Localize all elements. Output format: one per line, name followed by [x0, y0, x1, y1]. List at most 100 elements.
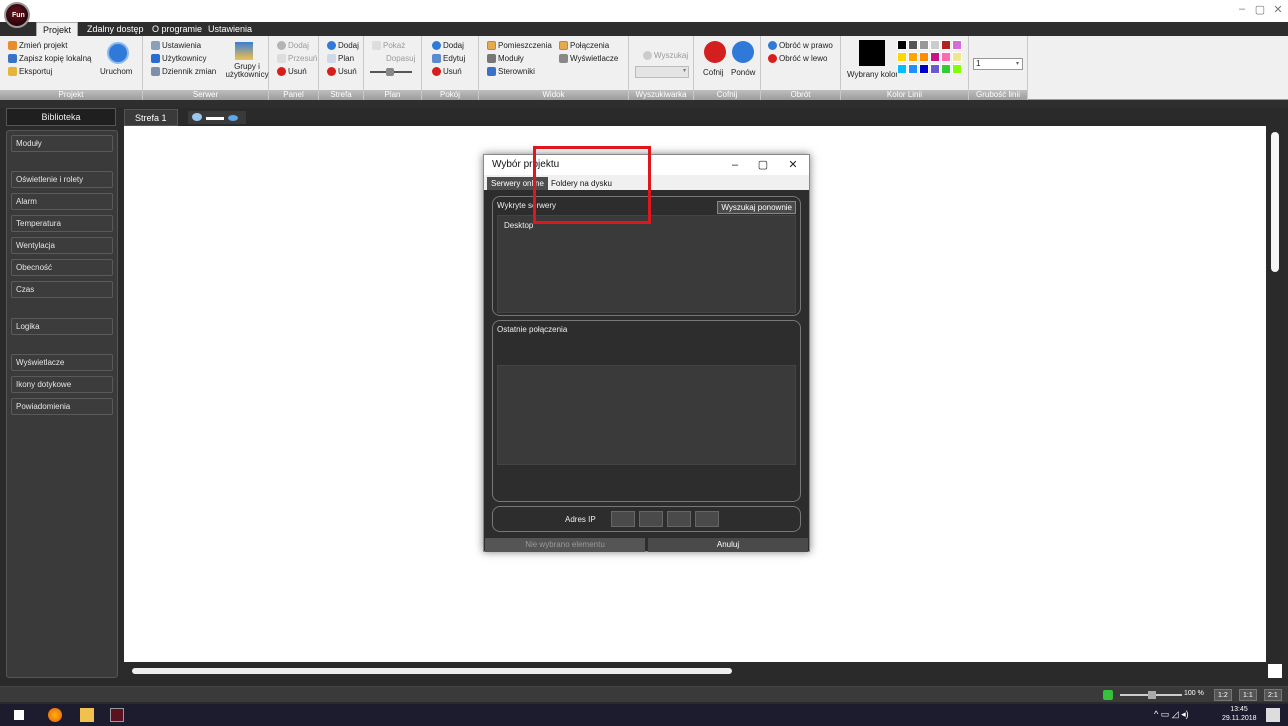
displays-toggle[interactable]: Wyświetlacze [559, 53, 618, 64]
rescan-button[interactable]: Wyszukaj ponownie [717, 201, 796, 214]
zone-plan-button[interactable]: Plan [327, 53, 354, 64]
panel-add-button[interactable]: Dodaj [277, 40, 309, 51]
search-button[interactable]: Wyszukaj [643, 50, 688, 61]
color-swatch[interactable] [897, 52, 907, 62]
scroll-thumb[interactable] [1271, 132, 1279, 272]
play-icon[interactable] [107, 42, 129, 64]
plan-fit-button[interactable]: Dopasuj [386, 53, 415, 64]
dialog-minimize-button[interactable]: – [724, 155, 746, 175]
server-settings-button[interactable]: Ustawienia [151, 40, 201, 51]
search-combo[interactable]: ▾ [635, 66, 689, 78]
save-copy-button[interactable]: Zapisz kopię lokalną [8, 53, 91, 64]
export-button[interactable]: Eksportuj [8, 66, 52, 77]
library-item-wentylacja[interactable]: Wentylacja [11, 237, 113, 254]
color-swatch[interactable] [908, 40, 918, 50]
zoom-2-1-button[interactable]: 2:1 [1264, 689, 1282, 701]
users-group-icon[interactable] [235, 42, 253, 60]
library-item-logika[interactable]: Logika [11, 318, 113, 335]
modules-toggle[interactable]: Moduły [487, 53, 524, 64]
app-taskbar-icon[interactable] [110, 708, 124, 722]
zoom-slider[interactable] [1120, 691, 1182, 699]
ip-octet-2-input[interactable] [639, 511, 663, 527]
controllers-toggle[interactable]: Sterowniki [487, 66, 535, 77]
change-project-button[interactable]: Zmień projekt [8, 40, 67, 51]
server-item[interactable]: Desktop [504, 221, 533, 230]
tab-o-programie[interactable]: O programie [146, 22, 208, 36]
redo-button[interactable]: Ponów [731, 67, 755, 78]
color-swatch[interactable] [897, 40, 907, 50]
rotate-left-button[interactable]: Obróć w lewo [768, 53, 827, 64]
dialog-maximize-button[interactable]: ▢ [752, 155, 774, 175]
minimize-button[interactable]: – [1234, 3, 1250, 17]
tab-ustawienia[interactable]: Ustawienia [202, 22, 258, 36]
library-item-alarm[interactable]: Alarm [11, 193, 113, 210]
panel-move-button[interactable]: Przesuń [277, 53, 317, 64]
library-item-powiadomienia[interactable]: Powiadomienia [11, 398, 113, 415]
slider-thumb[interactable] [386, 68, 394, 76]
panel-remove-button[interactable]: Usuń [277, 66, 307, 77]
selected-color-swatch[interactable] [859, 40, 885, 66]
library-item-czas[interactable]: Czas [11, 281, 113, 298]
room-add-button[interactable]: Dodaj [432, 40, 464, 51]
color-swatch[interactable] [930, 52, 940, 62]
library-item-moduly[interactable]: Moduły [11, 135, 113, 152]
color-swatch[interactable] [952, 52, 962, 62]
cancel-button[interactable]: Anuluj [648, 538, 808, 552]
room-remove-button[interactable]: Usuń [432, 66, 462, 77]
ip-octet-4-input[interactable] [695, 511, 719, 527]
library-item-obecnosc[interactable]: Obecność [11, 259, 113, 276]
users-button[interactable]: Użytkownicy [151, 53, 206, 64]
color-swatch[interactable] [952, 40, 962, 50]
tab-projekt[interactable]: Projekt [36, 22, 79, 36]
color-swatch[interactable] [952, 64, 962, 74]
firefox-icon[interactable] [48, 708, 62, 722]
color-swatch[interactable] [908, 52, 918, 62]
color-swatch[interactable] [941, 52, 951, 62]
servers-list[interactable]: Desktop [497, 215, 796, 313]
horizontal-scrollbar[interactable] [124, 664, 1268, 678]
vertical-scrollbar[interactable] [1268, 126, 1282, 662]
maximize-button[interactable]: ▢ [1252, 3, 1268, 17]
ip-octet-1-input[interactable] [611, 511, 635, 527]
library-item-oswietlenie[interactable]: Oświetlenie i rolety [11, 171, 113, 188]
color-swatch[interactable] [919, 40, 929, 50]
scroll-thumb[interactable] [132, 668, 732, 674]
recent-connections-list[interactable] [497, 365, 796, 465]
clock[interactable]: 13:45 29.11.2018 [1222, 705, 1257, 723]
color-swatch[interactable] [930, 64, 940, 74]
app-logo[interactable]: Fun [4, 2, 30, 28]
rooms-toggle[interactable]: Pomieszczenia [487, 40, 552, 51]
library-item-ikony-dotykowe[interactable]: Ikony dotykowe [11, 376, 113, 393]
run-button[interactable]: Uruchom [100, 66, 132, 77]
windows-start-icon[interactable] [14, 710, 24, 720]
line-width-select[interactable]: 1 ▾ [973, 58, 1023, 70]
zoom-1-1-button[interactable]: 1:1 [1239, 689, 1257, 701]
slider-thumb[interactable] [1148, 691, 1156, 699]
undo-icon[interactable] [704, 41, 726, 63]
connections-toggle[interactable]: Połączenia [559, 40, 609, 51]
library-item-temperatura[interactable]: Temperatura [11, 215, 113, 232]
color-swatch[interactable] [897, 64, 907, 74]
rotate-right-button[interactable]: Obróć w prawo [768, 40, 833, 51]
undo-button[interactable]: Cofnij [703, 67, 723, 78]
plan-slider[interactable] [370, 68, 412, 76]
zoom-1-2-button[interactable]: 1:2 [1214, 689, 1232, 701]
folder-icon[interactable] [80, 708, 94, 722]
color-swatch[interactable] [908, 64, 918, 74]
groups-button[interactable]: Grupy i użytkownicy [225, 63, 269, 81]
zone-add-button[interactable]: Dodaj [327, 40, 359, 51]
library-header[interactable]: Biblioteka [6, 108, 116, 126]
ip-octet-3-input[interactable] [667, 511, 691, 527]
dialog-close-button[interactable]: ✕ [782, 155, 804, 175]
room-edit-button[interactable]: Edytuj [432, 53, 465, 64]
color-swatch[interactable] [941, 40, 951, 50]
color-swatch[interactable] [930, 40, 940, 50]
redo-icon[interactable] [732, 41, 754, 63]
zone-remove-button[interactable]: Usuń [327, 66, 357, 77]
color-swatch[interactable] [941, 64, 951, 74]
library-item-wyswietlacze[interactable]: Wyświetlacze [11, 354, 113, 371]
close-button[interactable]: ✕ [1270, 3, 1286, 17]
plan-show-button[interactable]: Pokaż [372, 40, 405, 51]
changelog-button[interactable]: Dziennik zmian [151, 66, 216, 77]
tray-icons[interactable]: ^ ▭ ◿ ◂) [1154, 709, 1189, 720]
